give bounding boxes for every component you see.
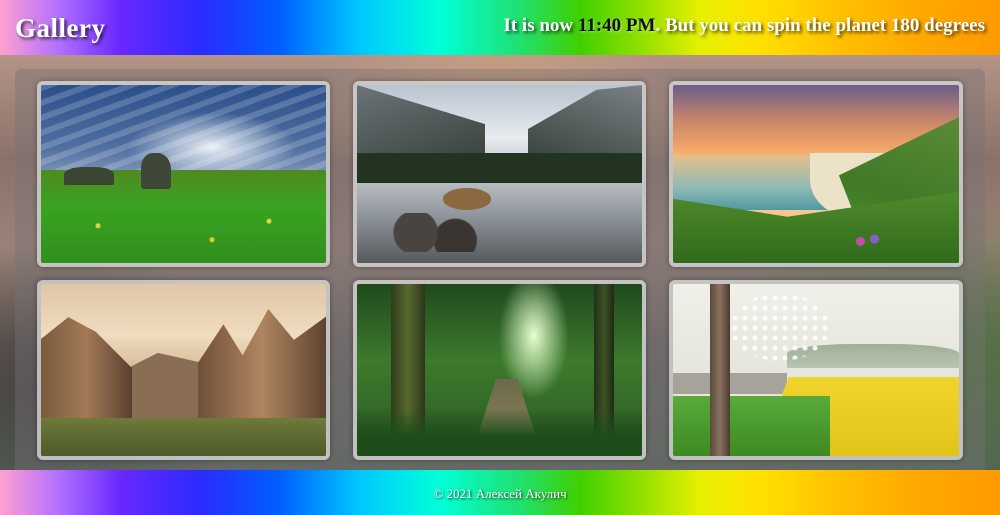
page-header: Gallery It is now 11:40 PM. But you can … [0,0,1000,55]
coastal-bay-image [673,85,959,263]
canyon-image [41,284,326,456]
blossom-field-image [673,284,959,456]
river-valley-image [357,85,642,263]
tagline-suffix: . But you can spin the planet 180 degree… [655,15,985,36]
forest-boardwalk-image [357,284,642,456]
tagline-prefix: It is now [503,15,578,36]
page-footer: © 2021 Алексей Акулич [0,470,1000,515]
gallery-photo-canyon[interactable] [37,280,330,460]
gallery-photo-coastal-bay[interactable] [669,81,963,267]
time-message: It is now 11:40 PM. But you can spin the… [503,15,985,37]
gallery-photo-forest-boardwalk[interactable] [353,280,646,460]
current-time: 11:40 PM [577,15,656,36]
copyright-text: © 2021 Алексей Акулич [433,486,567,501]
meadow-image [41,85,326,263]
gallery-photo-blossom-field[interactable] [669,280,963,460]
site-logo[interactable]: Gallery [15,13,105,44]
gallery-photo-river-valley[interactable] [353,81,646,267]
gallery-photo-meadow[interactable] [37,81,330,267]
